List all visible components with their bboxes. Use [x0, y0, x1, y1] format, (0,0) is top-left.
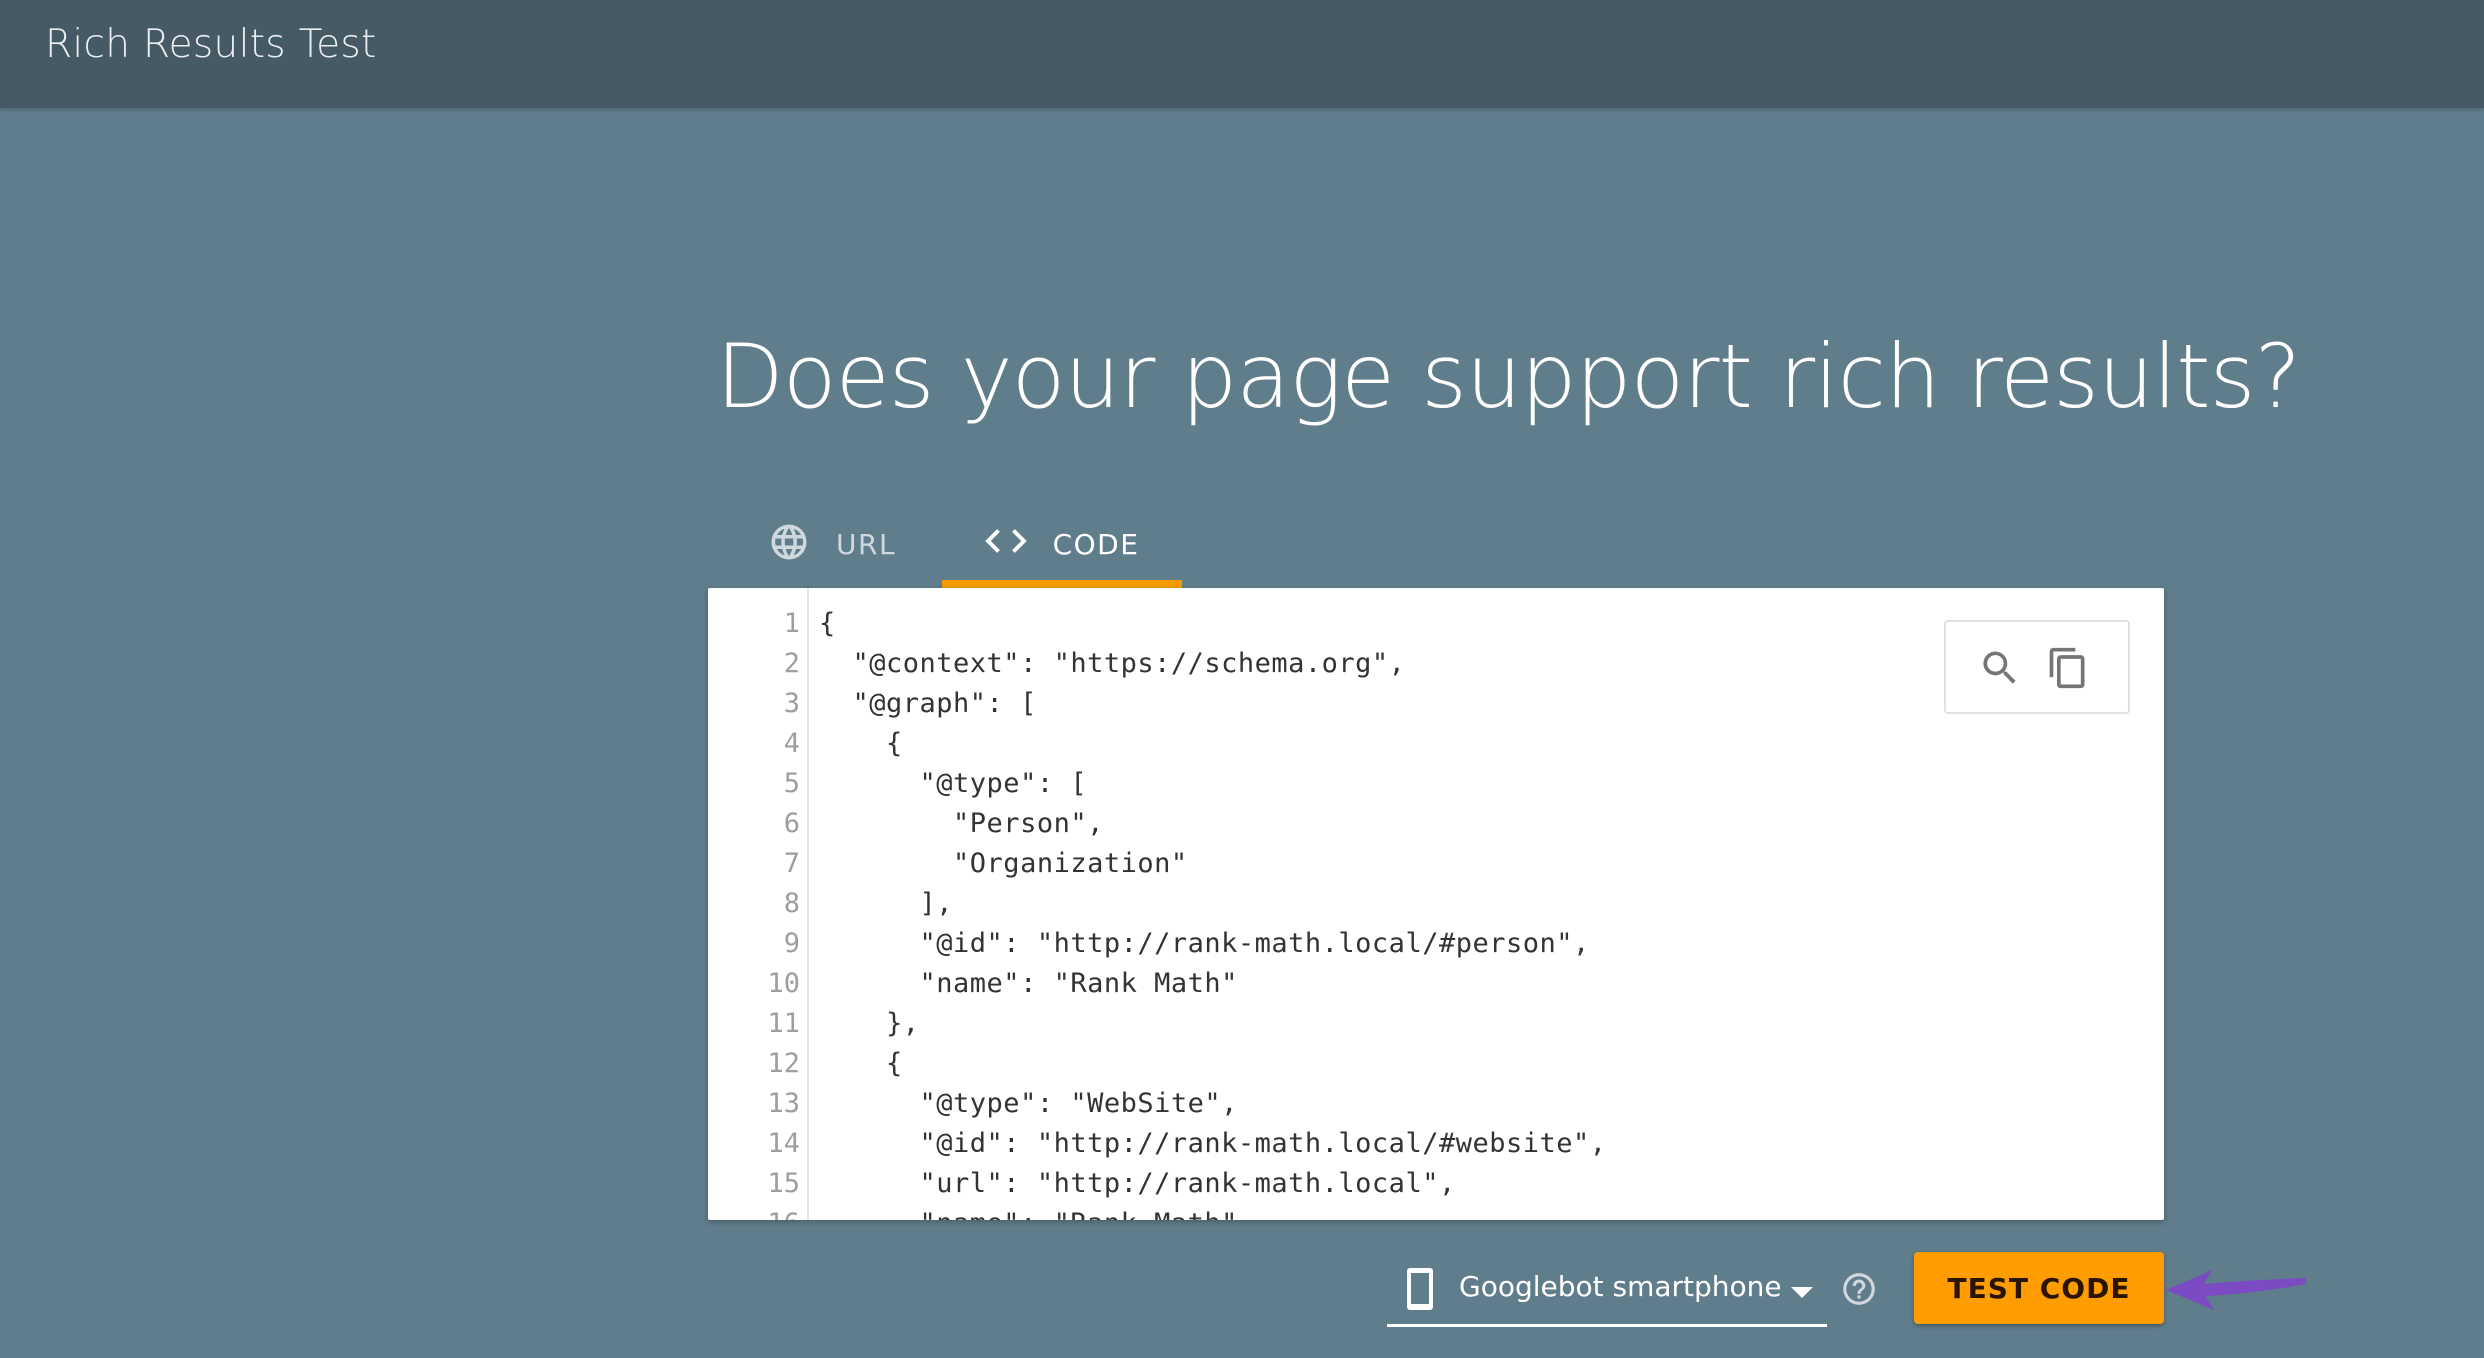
tab-code[interactable]: CODE [942, 500, 1182, 588]
app-title[interactable]: Rich Results Test [45, 22, 377, 67]
app-header: Rich Results Test [0, 0, 2484, 108]
smartphone-icon [1405, 1266, 1435, 1317]
code-brackets-icon [984, 526, 1027, 563]
line-number: 6 [783, 808, 800, 839]
tab-code-label: CODE [1052, 527, 1140, 561]
code-text: "@type": [ [819, 768, 1088, 799]
line-number: 1 [783, 608, 800, 639]
line-number: 16 [708, 1204, 800, 1220]
line-number: 11 [767, 1008, 800, 1039]
line-number: 12 [767, 1048, 800, 1079]
chevron-down-icon [1791, 1286, 1813, 1304]
code-line: 4 { [708, 724, 2164, 764]
code-text: }, [819, 1008, 920, 1039]
code-text: "name": "Rank Math" [819, 968, 1238, 999]
line-number: 3 [783, 688, 800, 719]
tab-url[interactable]: URL [768, 500, 896, 588]
search-icon[interactable] [1978, 646, 2022, 690]
code-text: "name": "Rank Math" [819, 1204, 1238, 1220]
code-line: 14 "@id": "http://rank-math.local/#websi… [708, 1124, 2164, 1164]
code-line: 6 "Person", [708, 804, 2164, 844]
test-code-button[interactable]: TEST CODE [1914, 1252, 2164, 1324]
line-number: 5 [783, 768, 800, 799]
code-editor[interactable]: 1 {2 "@context": "https://schema.org", 3 "… [708, 588, 2164, 1220]
code-text: "@context": "https://schema.org", [819, 648, 1406, 679]
input-mode-tabs: URL CODE [708, 500, 1308, 588]
code-text: { [819, 1048, 903, 1079]
globe-icon [768, 521, 810, 568]
code-text: "url": "http://rank-math.local", [819, 1168, 1456, 1199]
copy-icon[interactable] [2046, 646, 2090, 690]
code-text: { [819, 728, 903, 759]
code-line: 13 "@type": "WebSite", [708, 1084, 2164, 1124]
tab-url-label: URL [836, 527, 897, 561]
code-text: "Person", [819, 808, 1104, 839]
line-number: 13 [767, 1088, 800, 1119]
editor-toolbar [1944, 620, 2130, 714]
line-number: 2 [783, 648, 800, 679]
page-headline: Does your page support rich results? [716, 325, 2301, 428]
code-text: "@type": "WebSite", [819, 1088, 1238, 1119]
line-number: 15 [767, 1168, 800, 1199]
code-text: ], [819, 888, 954, 919]
line-number: 10 [767, 968, 800, 999]
code-text: "@graph": [ [819, 688, 1037, 719]
device-select-value: Googlebot smartphone [1459, 1270, 1782, 1303]
code-line: 15 "url": "http://rank-math.local", [708, 1164, 2164, 1204]
annotation-arrow [2166, 1270, 2306, 1310]
code-text: { [819, 608, 836, 639]
line-number: 14 [767, 1128, 800, 1159]
line-number: 7 [783, 848, 800, 879]
device-select[interactable]: Googlebot smartphone [1387, 1252, 1827, 1327]
code-line: 12 { [708, 1044, 2164, 1084]
line-number: 8 [783, 888, 800, 919]
active-tab-indicator [942, 580, 1182, 588]
code-text: "@id": "http://rank-math.local/#website"… [819, 1128, 1607, 1159]
code-text: "Organization" [819, 848, 1188, 879]
code-line: 16 "name": "Rank Math" [708, 1204, 2164, 1220]
code-text: "@id": "http://rank-math.local/#person", [819, 928, 1590, 959]
code-line: 11 }, [708, 1004, 2164, 1044]
code-line: 9 "@id": "http://rank-math.local/#person… [708, 924, 2164, 964]
line-number: 4 [783, 728, 800, 759]
code-line: 10 "name": "Rank Math" [708, 964, 2164, 1004]
line-number: 9 [783, 928, 800, 959]
help-circle-icon[interactable] [1840, 1270, 1878, 1313]
code-line: 5 "@type": [ [708, 764, 2164, 804]
code-line: 8 ], [708, 884, 2164, 924]
code-line: 7 "Organization" [708, 844, 2164, 884]
